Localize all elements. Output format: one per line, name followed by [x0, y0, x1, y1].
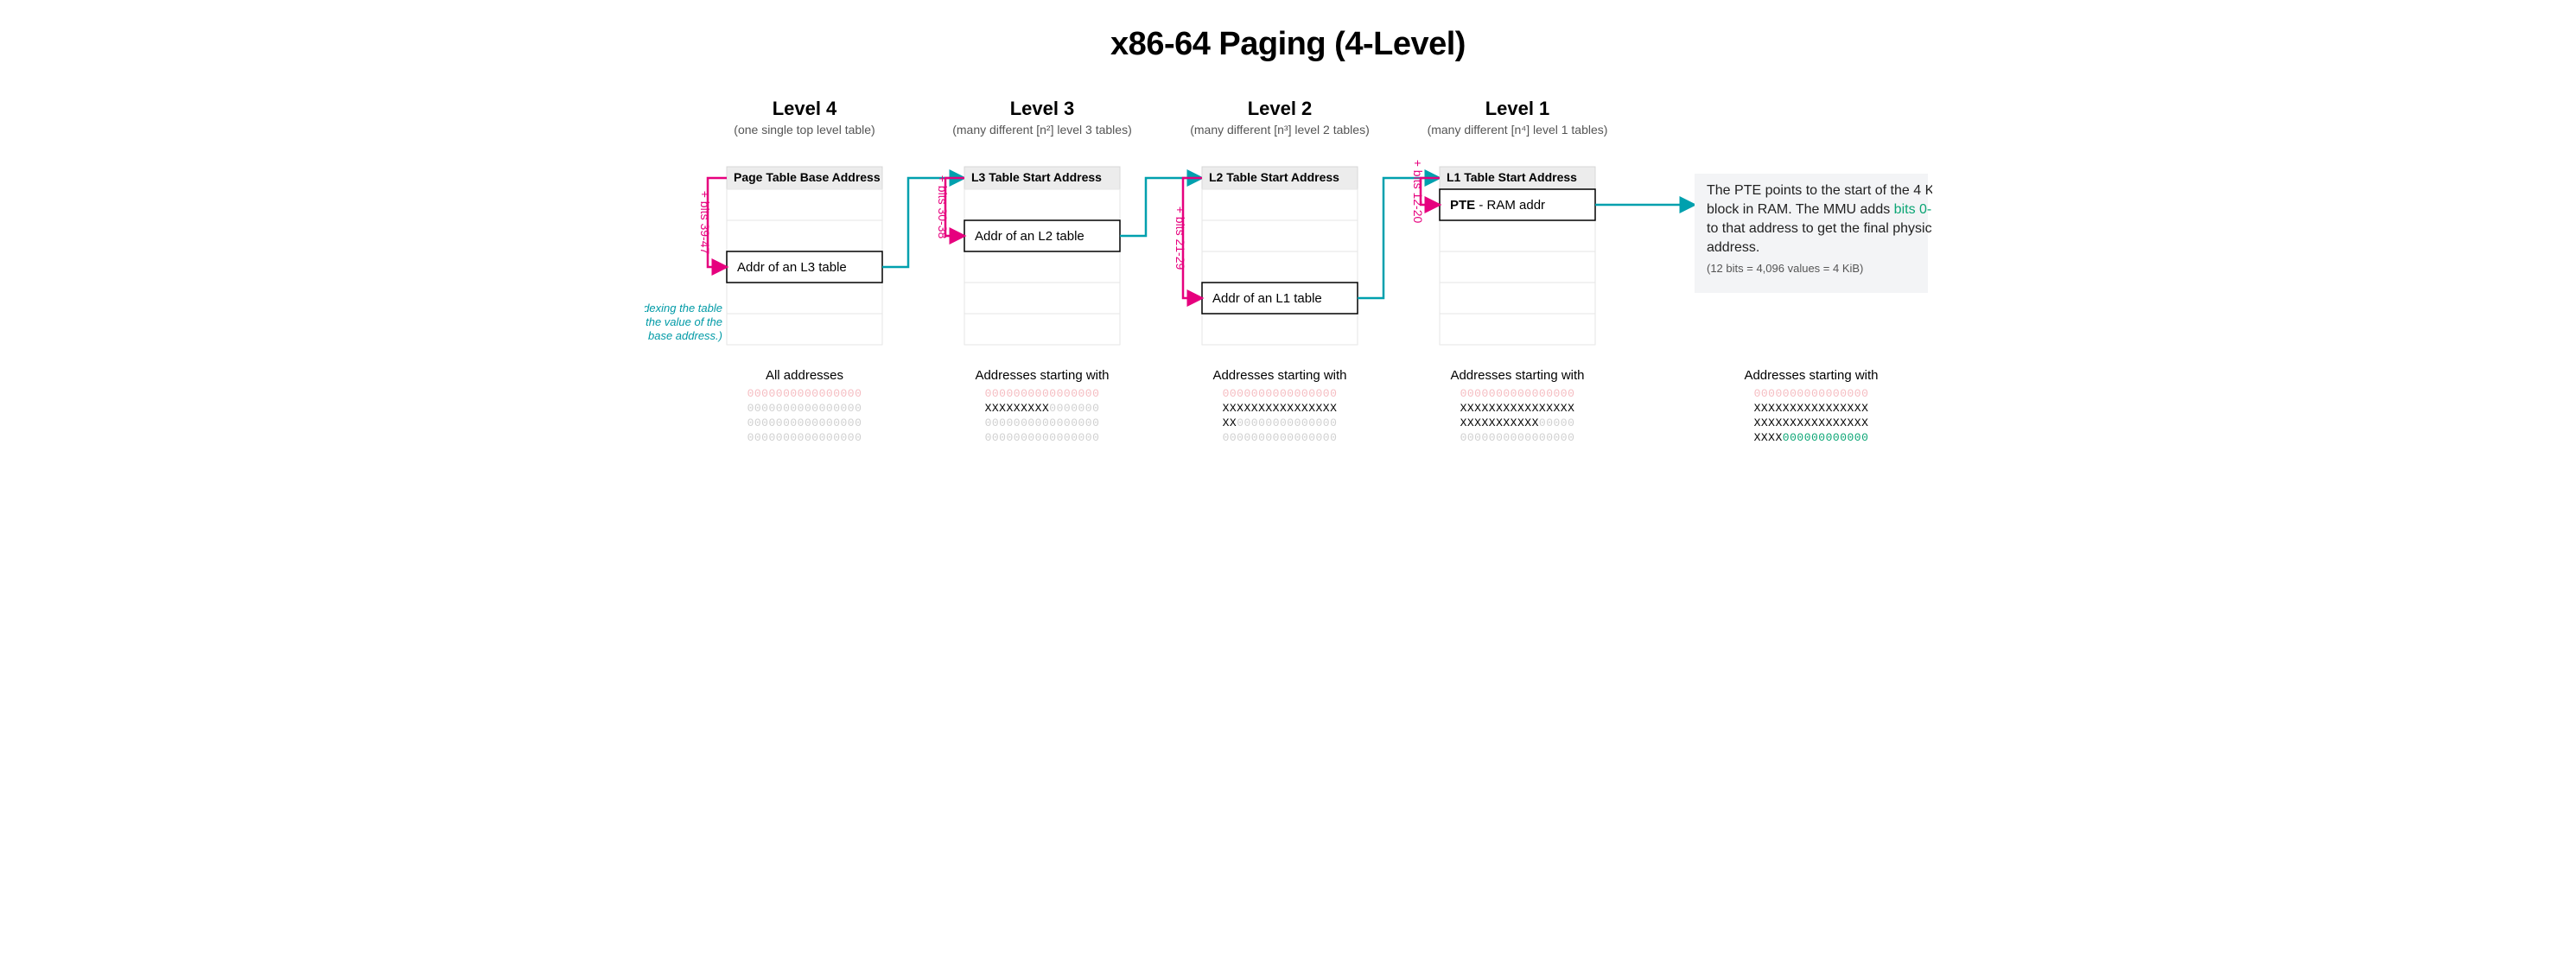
- addr-block-header: Addresses starting with: [1744, 368, 1878, 383]
- table-2-entry-label: Addr of an L1 table: [1212, 291, 1322, 306]
- table-1-header: L1 Table Start Address: [1447, 170, 1577, 184]
- indexing-note: (We're indexing the table: [645, 302, 722, 315]
- bits-label-3: + bits 30-38: [936, 175, 950, 239]
- indexing-note: bits to the base address.): [645, 329, 722, 342]
- addr-block-header: Addresses starting with: [1212, 368, 1346, 383]
- level-4-subtitle: (one single top level table): [734, 123, 875, 137]
- explanation-line: The PTE points to the start of the 4 KiB: [1707, 183, 1932, 198]
- addr-bits-row: XXXXXXXXX0000000: [984, 402, 1099, 415]
- table-1-row: [1440, 220, 1595, 251]
- table-4-header: Page Table Base Address: [734, 170, 881, 184]
- table-2-row: [1202, 314, 1358, 345]
- table-3-header: L3 Table Start Address: [971, 170, 1102, 184]
- table-4-row: [727, 283, 882, 314]
- explanation-line: block in RAM. The MMU adds bits 0-11: [1707, 202, 1932, 217]
- flow-arrow-3: [1120, 178, 1202, 236]
- table-2-row: [1202, 251, 1358, 283]
- addr-bits-row: XXXXXXXXXXXXXXXX: [1222, 402, 1337, 415]
- table-4-row: [727, 220, 882, 251]
- level-3-title: Level 3: [1009, 98, 1074, 119]
- table-2-row: [1202, 220, 1358, 251]
- page-title: x86-64 Paging (4-Level): [35, 26, 2541, 63]
- level-1-title: Level 1: [1485, 98, 1549, 119]
- level-2-subtitle: (many different [n³] level 2 tables): [1190, 123, 1370, 137]
- diagram: Level 4 (one single top level table) Page …: [35, 89, 2541, 521]
- flow-arrow-4: [882, 178, 964, 267]
- addr-block-header: Addresses starting with: [1450, 368, 1584, 383]
- table-3-entry-label: Addr of an L2 table: [975, 229, 1084, 244]
- addr-block-header: All addresses: [765, 368, 843, 383]
- table-4-row: [727, 189, 882, 220]
- explanation-line: to that address to get the final physica…: [1707, 221, 1932, 236]
- explanation-line: address.: [1707, 240, 1759, 255]
- addr-bits-row: 0000000000000000: [747, 431, 862, 444]
- addr-bits-row: 0000000000000000: [984, 431, 1099, 444]
- addr-bits-row: 0000000000000000: [984, 416, 1099, 429]
- addr-bits-row: XXXXXXXXXXX00000: [1460, 416, 1574, 429]
- level-1-subtitle: (many different [n⁴] level 1 tables): [1427, 123, 1607, 137]
- addr-bits-row: 0000000000000000: [747, 416, 862, 429]
- addr-bits-row: 0000000000000000: [747, 402, 862, 415]
- bits-label-2: + bits 21-29: [1174, 207, 1187, 270]
- table-4-row: [727, 314, 882, 345]
- addr-bits-row: 0000000000000000: [1222, 387, 1337, 400]
- explanation-footnote: (12 bits = 4,096 values = 4 KiB): [1707, 262, 1863, 275]
- table-1-row: [1440, 283, 1595, 314]
- addr-bits-row: 0000000000000000: [984, 387, 1099, 400]
- addr-bits-row: 0000000000000000: [1753, 387, 1868, 400]
- addr-bits-row: XXXX000000000000: [1753, 431, 1868, 444]
- addr-bits-row: XXXXXXXXXXXXXXXX: [1753, 416, 1868, 429]
- addr-bits-row: 0000000000000000: [747, 387, 862, 400]
- addr-bits-row: 0000000000000000: [1460, 387, 1574, 400]
- table-3-row: [964, 314, 1120, 345]
- table-1-row: [1440, 314, 1595, 345]
- table-2-row: [1202, 189, 1358, 220]
- level-2-title: Level 2: [1247, 98, 1312, 119]
- level-4-title: Level 4: [772, 98, 836, 119]
- addr-bits-row: XXXXXXXXXXXXXXXX: [1460, 402, 1574, 415]
- flow-arrow-2: [1358, 178, 1440, 298]
- addr-bits-row: XX00000000000000: [1222, 416, 1337, 429]
- table-1-row: [1440, 251, 1595, 283]
- addr-bits-row: 0000000000000000: [1460, 431, 1574, 444]
- bits-label-1: + bits 12-20: [1411, 160, 1425, 224]
- table-2-header: L2 Table Start Address: [1209, 170, 1339, 184]
- table-1-entry-label: PTE - RAM addr: [1450, 198, 1545, 213]
- bits-label-4: + bits 39-47: [698, 191, 712, 255]
- addr-block-header: Addresses starting with: [975, 368, 1109, 383]
- addr-bits-row: XXXXXXXXXXXXXXXX: [1753, 402, 1868, 415]
- addr-bits-row: 0000000000000000: [1222, 431, 1337, 444]
- table-3-row: [964, 251, 1120, 283]
- table-4-entry-label: Addr of an L3 table: [737, 260, 847, 275]
- indexing-note: by adding the value of the: [645, 315, 722, 328]
- level-3-subtitle: (many different [n²] level 3 tables): [952, 123, 1132, 137]
- table-3-row: [964, 283, 1120, 314]
- table-3-row: [964, 189, 1120, 220]
